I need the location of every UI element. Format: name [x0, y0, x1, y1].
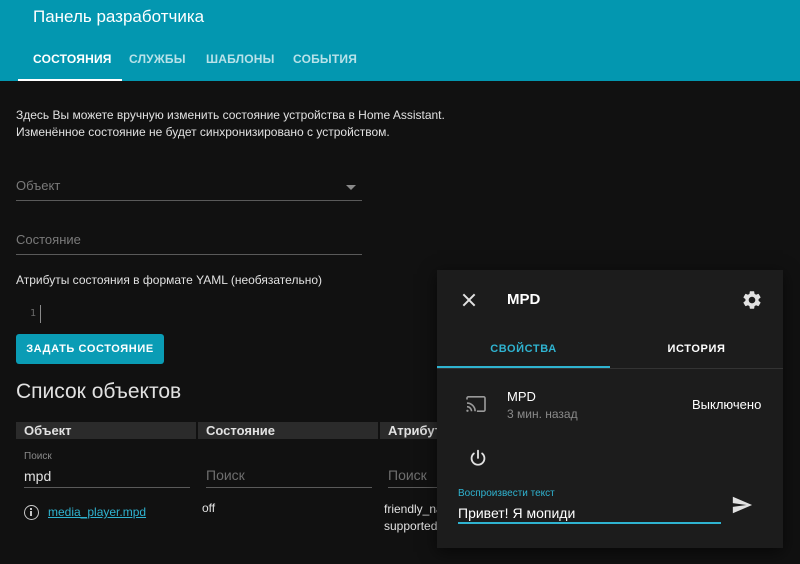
column-header-entity: Объект	[16, 422, 196, 439]
state-filter-input[interactable]: Поиск	[206, 448, 372, 488]
filter-value: mpd	[24, 468, 52, 484]
tab-properties[interactable]: СВОЙСТВА	[437, 330, 610, 368]
state-field[interactable]	[16, 225, 362, 255]
description-line-2: Изменённое состояние не будет синхронизи…	[16, 125, 390, 139]
tab-templates[interactable]: ШАБЛОНЫ	[206, 36, 275, 81]
column-header-state: Состояние	[198, 422, 378, 439]
set-state-button[interactable]: ЗАДАТЬ СОСТОЯНИЕ	[16, 334, 164, 364]
tab-divider	[437, 368, 783, 369]
cast-icon	[466, 395, 486, 413]
more-info-dialog: MPD СВОЙСТВА ИСТОРИЯ MPD 3 мин. назад Вы…	[437, 270, 783, 548]
tab-services[interactable]: СЛУЖБЫ	[129, 36, 186, 81]
last-changed: 3 мин. назад	[507, 407, 578, 421]
entity-name: MPD	[507, 389, 536, 404]
attribute-line: friendly_name	[384, 502, 438, 516]
gear-icon[interactable]	[741, 289, 763, 311]
entity-select-field[interactable]	[16, 171, 362, 201]
tts-field[interactable]	[458, 503, 721, 524]
tts-input[interactable]	[458, 503, 721, 522]
dialog-title: MPD	[507, 291, 541, 308]
text-cursor	[40, 305, 41, 323]
filter-label: Поиск	[24, 451, 52, 462]
entity-link[interactable]: media_player.mpd	[48, 505, 146, 519]
app-header: Панель разработчика СОСТОЯНИЯ СЛУЖБЫ ШАБ…	[0, 0, 800, 81]
description-line-1: Здесь Вы можете вручную изменить состоян…	[16, 108, 445, 122]
page-title: Панель разработчика	[33, 7, 205, 26]
tab-events[interactable]: СОБЫТИЯ	[293, 36, 357, 81]
states-description: Здесь Вы можете вручную изменить состоян…	[16, 107, 445, 141]
power-icon[interactable]	[467, 447, 489, 469]
dropdown-arrow-icon[interactable]	[346, 185, 356, 190]
attribute-line: supported_features	[384, 519, 438, 533]
tts-label: Воспроизвести текст	[458, 488, 555, 499]
entity-state-value: Выключено	[692, 397, 762, 412]
tab-history[interactable]: ИСТОРИЯ	[610, 330, 783, 368]
tab-states[interactable]: СОСТОЯНИЯ	[18, 36, 122, 81]
line-number: 1	[30, 308, 37, 319]
filter-placeholder: Поиск	[388, 467, 427, 483]
filter-placeholder: Поиск	[206, 467, 245, 483]
entity-filter-input[interactable]: Поиск mpd	[24, 448, 190, 488]
yaml-attributes-label: Атрибуты состояния в формате YAML (необя…	[16, 273, 322, 287]
close-icon[interactable]	[457, 288, 481, 312]
entity-list-title: Список объектов	[16, 380, 182, 403]
entity-attributes: friendly_name supported_features	[384, 501, 438, 535]
state-input[interactable]	[16, 225, 362, 254]
yaml-editor[interactable]: 1	[16, 300, 346, 330]
entity-state: off	[202, 501, 216, 515]
info-icon[interactable]	[24, 505, 39, 520]
send-icon[interactable]	[731, 494, 753, 516]
entity-input[interactable]	[16, 171, 362, 200]
